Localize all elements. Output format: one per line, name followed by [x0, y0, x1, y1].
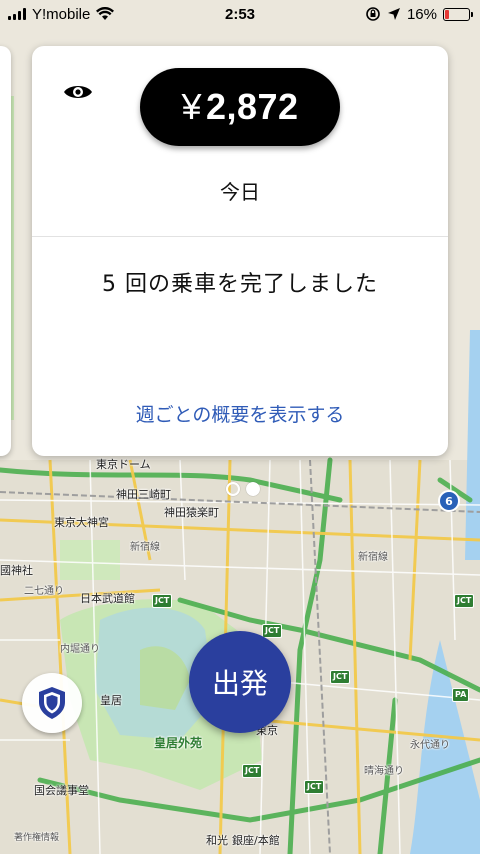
map-label: 銀座/本館 — [232, 834, 280, 847]
map-label: 皇居 — [100, 694, 122, 707]
map-label: 神田三崎町 — [116, 488, 171, 501]
map-label: 新宿線 — [358, 552, 388, 563]
map-label: 日本武道館 — [80, 592, 135, 605]
jct-marker: JCT — [454, 594, 475, 608]
pa-marker: PA — [452, 688, 470, 702]
eye-icon — [64, 86, 92, 98]
amount-value: 2,872 — [205, 86, 299, 127]
jct-marker: JCT — [152, 594, 173, 608]
period-label: 今日 — [220, 180, 260, 204]
battery-icon — [443, 7, 473, 21]
battery-percent: 16% — [406, 5, 437, 23]
map-label: 東京大神宮 — [54, 516, 109, 529]
status-right: 16% — [365, 5, 473, 23]
toggle-visibility-button[interactable] — [62, 80, 94, 104]
map-label: 二七通り — [24, 586, 64, 597]
map-label: 国会議事堂 — [34, 784, 89, 797]
jct-marker: JCT — [330, 670, 351, 684]
page-dot[interactable] — [226, 482, 240, 496]
safety-toolkit-button[interactable] — [22, 673, 82, 733]
map-label: 晴海通り — [364, 766, 404, 777]
trips-summary: 5 回の乗車を完了しました — [102, 272, 378, 297]
go-online-button[interactable]: 出発 — [189, 631, 291, 733]
shield-icon — [39, 687, 65, 719]
card-divider — [32, 236, 448, 237]
carrier-name: Y!mobile — [32, 5, 91, 23]
map-label: 國神社 — [0, 564, 33, 577]
map-label: 永代通り — [410, 740, 450, 751]
map-label: 和光 — [206, 834, 228, 847]
map-label: 新宿線 — [130, 542, 160, 553]
currency-symbol: ¥ — [181, 86, 202, 127]
signal-icon — [8, 8, 26, 20]
route-badge: 6 — [438, 490, 460, 512]
weekly-summary-link[interactable]: 週ごとの概要を表示する — [32, 400, 448, 427]
jct-marker: JCT — [242, 764, 263, 778]
page-dot-active[interactable] — [246, 482, 260, 496]
earnings-amount[interactable]: ¥ 2,872 — [140, 68, 340, 146]
jct-marker: JCT — [262, 624, 283, 638]
wifi-icon — [96, 7, 115, 20]
jct-marker: JCT — [304, 780, 325, 794]
map-label: 内堀通り — [60, 644, 100, 655]
battery-fill — [445, 9, 449, 19]
card-pagination — [226, 482, 260, 496]
map-label: 皇居外苑 — [154, 736, 203, 750]
previous-card-peek[interactable] — [0, 46, 11, 456]
map-label: 神田猿楽町 — [164, 506, 219, 519]
status-bar: Y!mobile 2:53 16% — [0, 0, 480, 28]
location-arrow-icon — [387, 8, 400, 20]
map-label: 東京ドーム — [96, 458, 151, 471]
status-left: Y!mobile — [8, 5, 115, 23]
earnings-card[interactable]: ¥ 2,872 今日 5 回の乗車を完了しました 週ごとの概要を表示する — [32, 46, 448, 456]
orientation-lock-icon — [366, 7, 380, 21]
map-label: 著作権情報 — [14, 833, 60, 843]
